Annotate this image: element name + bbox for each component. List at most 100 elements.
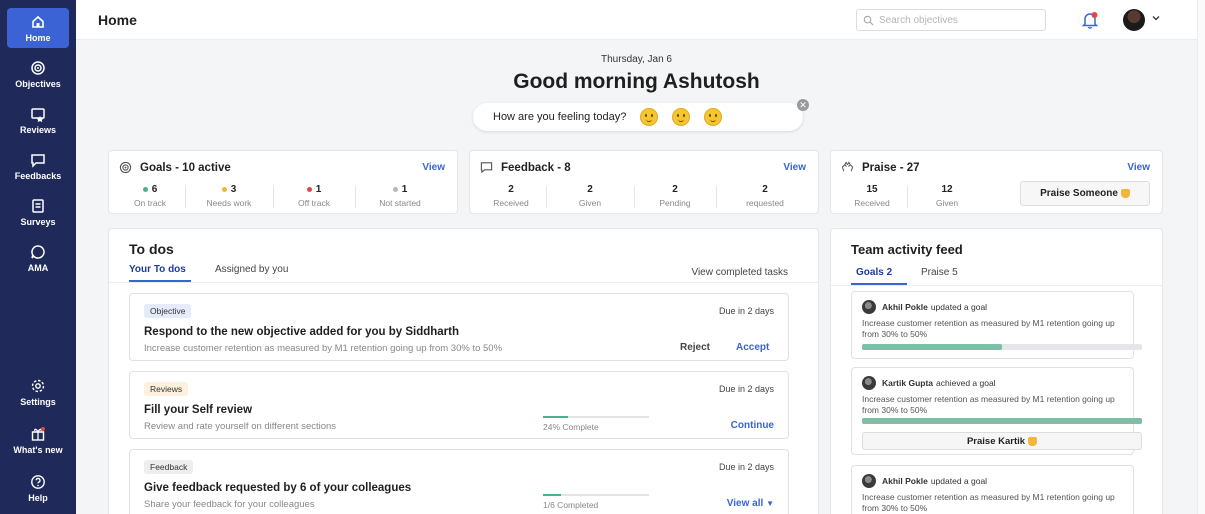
feedback-card: Feedback - 8 View 2 Received 2 Given 2 P… — [469, 150, 819, 214]
greeting-message: Good morning Ashutosh — [513, 70, 760, 93]
badge-reviews: Reviews — [144, 382, 189, 396]
stat-label: requested — [746, 198, 784, 208]
sidebar-item-ama[interactable]: AMA — [7, 238, 69, 278]
view-all-label: View all — [726, 498, 764, 509]
emoji-neutral-icon[interactable] — [672, 108, 691, 126]
tab-praise[interactable]: Praise 5 — [921, 267, 958, 278]
feedback-progress: 1/6 Completed — [543, 494, 649, 510]
emoji-happy-icon[interactable] — [640, 108, 659, 126]
scrollbar[interactable] — [1197, 0, 1205, 514]
badge-objective: Objective — [144, 304, 192, 318]
feed-user-name: Kartik Gupta — [882, 378, 934, 388]
praise-view-link[interactable]: View — [1127, 162, 1150, 173]
avatar — [862, 376, 876, 390]
stat-received[interactable]: 2 Received — [476, 184, 546, 208]
sidebar-item-reviews[interactable]: Reviews — [7, 100, 69, 140]
goals-stats: 6 On track 3 Needs work 1 Off track 1 No… — [115, 184, 445, 208]
view-completed-link[interactable]: View completed tasks — [691, 267, 788, 278]
sidebar-item-feedbacks[interactable]: Feedbacks — [7, 146, 69, 186]
stat-not-started[interactable]: 1 Not started — [355, 184, 445, 208]
stat-off-track[interactable]: 1 Off track — [273, 184, 355, 208]
sidebar-item-surveys[interactable]: Surveys — [7, 192, 69, 232]
feedback-title-text: Feedback - 8 — [501, 161, 571, 174]
accept-button[interactable]: Accept — [736, 342, 769, 353]
goals-view-link[interactable]: View — [422, 162, 445, 173]
stat-on-track[interactable]: 6 On track — [115, 184, 185, 208]
search-box[interactable] — [856, 9, 1046, 31]
feed-item[interactable]: Akhil Pokle updated a goal Increase cust… — [851, 291, 1142, 359]
todo-item[interactable]: Reviews Due in 2 days Fill your Self rev… — [129, 371, 789, 439]
tab-assigned-by-you[interactable]: Assigned by you — [215, 264, 288, 275]
todo-item[interactable]: Feedback Due in 2 days Give feedback req… — [129, 449, 789, 514]
praise-title-text: Praise - 27 — [862, 161, 920, 174]
stat-value: 12 — [941, 184, 953, 195]
stat-given[interactable]: 12 Given — [907, 184, 987, 208]
sidebar-item-objectives[interactable]: Objectives — [7, 54, 69, 94]
stat-value: 1 — [401, 184, 408, 195]
todo-subtitle: Review and rate yourself on different se… — [144, 421, 337, 432]
feed-item[interactable]: Akhil Pokle updated a goal Increase cust… — [851, 465, 1134, 514]
tab-goals[interactable]: Goals 2 — [856, 267, 892, 278]
praise-kartik-button[interactable]: Praise Kartik — [862, 432, 1142, 450]
sidebar-item-label: Help — [28, 493, 48, 503]
stat-value: 2 — [672, 184, 678, 195]
todo-item[interactable]: Objective Due in 2 days Respond to the n… — [129, 293, 789, 361]
avatar — [862, 300, 876, 314]
todos-title: To dos — [129, 241, 174, 257]
help-icon — [31, 475, 45, 489]
stat-given[interactable]: 2 Given — [546, 184, 634, 208]
stat-value: 6 — [151, 184, 158, 195]
stat-needs-work[interactable]: 3 Needs work — [185, 184, 273, 208]
praise-someone-button[interactable]: Praise Someone — [1020, 181, 1150, 206]
feed-action: updated a goal — [930, 302, 988, 312]
feed-title: Team activity feed — [851, 242, 963, 257]
gift-icon — [31, 427, 45, 441]
todo-title: Fill your Self review — [144, 404, 253, 416]
review-progress: 24% Complete — [543, 416, 649, 432]
main-content: Thursday, Jan 6 Good morning Ashutosh Ho… — [76, 40, 1197, 514]
search-input[interactable] — [879, 14, 1039, 26]
tab-your-todos[interactable]: Your To dos — [129, 264, 186, 275]
progress-track — [543, 494, 649, 496]
bell-icon[interactable] — [1081, 11, 1099, 29]
feed-item[interactable]: Kartik Gupta achieved a goal Increase cu… — [851, 367, 1142, 455]
chevron-down-icon[interactable] — [1151, 13, 1161, 23]
close-icon[interactable]: ✕ — [797, 99, 809, 111]
continue-button[interactable]: Continue — [731, 420, 774, 431]
sidebar-item-help[interactable]: Help — [7, 468, 69, 508]
badge-feedback: Feedback — [144, 460, 194, 474]
praise-kartik-label: Praise Kartik — [966, 435, 1026, 447]
stat-pending[interactable]: 2 Pending — [634, 184, 716, 208]
sidebar-item-home[interactable]: Home — [7, 8, 69, 48]
target-icon — [31, 61, 45, 75]
stat-label: Given — [935, 198, 959, 208]
feed-user-name: Akhil Pokle — [882, 302, 928, 312]
divider — [109, 282, 818, 283]
due-label: Due in 2 days — [718, 306, 774, 316]
progress-track — [543, 416, 649, 418]
chat-icon — [31, 154, 45, 168]
stat-label: Off track — [298, 198, 330, 208]
divider — [831, 285, 1162, 286]
stat-value: 2 — [587, 184, 593, 195]
status-dot-yellow — [221, 187, 227, 192]
praise-someone-label: Praise Someone — [1040, 188, 1118, 199]
feedback-stats: 2 Received 2 Given 2 Pending 2 requested — [476, 184, 814, 208]
sidebar-item-label: AMA — [27, 263, 49, 273]
reject-button[interactable]: Reject — [680, 342, 710, 353]
sidebar-item-label: Reviews — [19, 125, 57, 135]
avatar[interactable] — [1123, 9, 1145, 31]
sidebar-item-whats-new[interactable]: What's new — [7, 420, 69, 460]
stat-value: 2 — [508, 184, 514, 195]
avatar — [862, 474, 876, 488]
view-all-button[interactable]: View all ▼ — [727, 498, 774, 509]
emoji-smile-icon[interactable] — [704, 108, 723, 126]
todos-panel: To dos Your To dos Assigned by you View … — [108, 228, 819, 514]
stat-received[interactable]: 15 Received — [837, 184, 907, 208]
sidebar-item-label: Surveys — [20, 217, 56, 227]
stat-requested[interactable]: 2 requested — [716, 184, 814, 208]
feedback-view-link[interactable]: View — [783, 162, 806, 173]
sidebar-item-settings[interactable]: Settings — [7, 372, 69, 412]
chat-icon — [480, 162, 493, 174]
sidebar-item-label: Feedbacks — [14, 171, 62, 181]
